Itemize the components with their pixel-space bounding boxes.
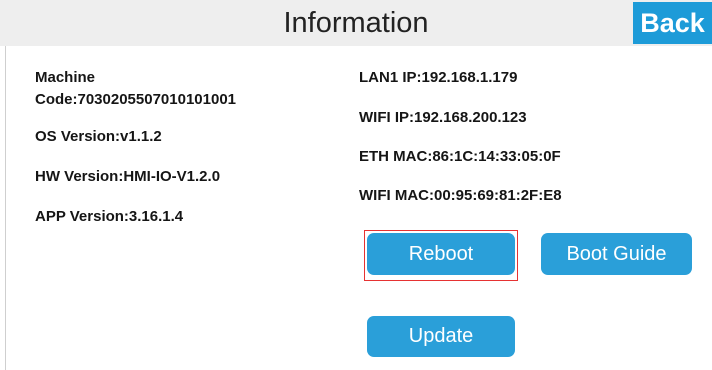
hw-version: HW Version:HMI-IO-V1.2.0 xyxy=(35,168,221,185)
wifi-ip: WIFI IP:192.168.200.123 xyxy=(359,109,527,126)
app-version: APP Version:3.16.1.4 xyxy=(35,208,184,225)
lan1-ip: LAN1 IP:192.168.1.179 xyxy=(359,69,518,86)
header-bar: Information Back xyxy=(0,0,712,46)
machine-code-label: Machine xyxy=(35,69,96,86)
reboot-highlight-frame xyxy=(364,230,518,281)
os-version: OS Version:v1.1.2 xyxy=(35,128,162,145)
machine-code-value: Code:7030205507010101001 xyxy=(35,91,236,108)
back-button[interactable]: Back xyxy=(633,2,712,44)
wifi-mac: WIFI MAC:00:95:69:81:2F:E8 xyxy=(359,187,562,204)
boot-guide-button[interactable]: Boot Guide xyxy=(541,233,692,275)
update-button[interactable]: Update xyxy=(367,316,515,357)
left-divider xyxy=(5,46,6,370)
eth-mac: ETH MAC:86:1C:14:33:05:0F xyxy=(359,148,561,165)
page-title: Information xyxy=(283,7,429,39)
